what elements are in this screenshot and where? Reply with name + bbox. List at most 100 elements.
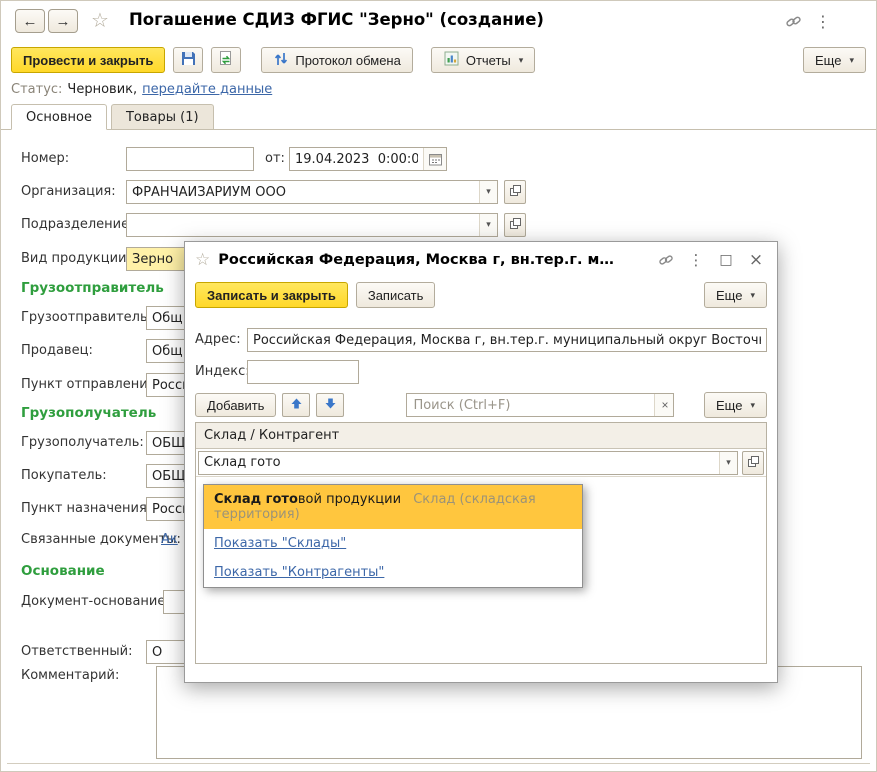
- address-label: Адрес:: [195, 332, 241, 347]
- document-exchange-icon: [217, 50, 235, 71]
- modal-command-bar: Записать и закрыть Записать Еще ▾: [195, 282, 767, 308]
- modal-title: Российская Федерация, Москва г, вн.тер.г…: [218, 252, 614, 268]
- warehouse-open-button[interactable]: [742, 450, 764, 475]
- organization-row: Организация: ▾: [1, 180, 876, 204]
- date-combo: [289, 147, 447, 171]
- link-icon[interactable]: [655, 249, 677, 271]
- arrow-down-icon: [324, 397, 337, 413]
- departure-label: Пункт отправления:: [21, 377, 160, 392]
- page-title: Погашение СДИЗ ФГИС "Зерно" (создание): [129, 10, 544, 29]
- address-input[interactable]: [247, 328, 767, 352]
- arrow-up-icon: [290, 397, 303, 413]
- modal-more-button[interactable]: Еще ▾: [704, 282, 767, 308]
- status-line: Статус: Черновик, передайте данные: [11, 82, 272, 97]
- save-button[interactable]: [173, 47, 204, 73]
- favorite-star-icon[interactable]: ☆: [195, 250, 210, 270]
- chevron-down-icon[interactable]: ▾: [719, 451, 737, 474]
- maximize-icon[interactable]: □: [715, 249, 737, 271]
- index-label: Индекс:: [195, 364, 250, 379]
- tab-goods[interactable]: Товары (1): [110, 104, 214, 129]
- consignee-group-title: Грузополучатель: [21, 405, 157, 421]
- main-window: ← → ☆ Погашение СДИЗ ФГИС "Зерно" (созда…: [0, 0, 877, 772]
- responsible-label: Ответственный:: [21, 644, 133, 659]
- show-contractors-link: Показать "Контрагенты": [214, 565, 385, 580]
- kebab-menu-icon[interactable]: ⋮: [685, 249, 707, 271]
- more-label: Еще: [716, 397, 743, 413]
- index-input[interactable]: [247, 360, 359, 384]
- table-header-label: Склад / Контрагент: [204, 428, 340, 443]
- comment-label: Комментарий:: [21, 668, 120, 683]
- tab-main[interactable]: Основное: [11, 104, 107, 130]
- forward-icon: →: [55, 12, 71, 30]
- reports-label: Отчеты: [465, 52, 511, 68]
- calendar-icon[interactable]: [423, 148, 446, 170]
- link-icon[interactable]: [782, 10, 804, 32]
- send-data-link[interactable]: передайте данные: [142, 82, 272, 97]
- show-warehouses-item[interactable]: Показать "Склады": [204, 529, 582, 558]
- organization-combo: ▾: [126, 180, 498, 204]
- reports-button[interactable]: Отчеты ▾: [430, 47, 536, 73]
- add-button[interactable]: Добавить: [195, 393, 277, 417]
- department-combo: ▾: [126, 213, 498, 237]
- number-row: Номер: от:: [1, 147, 876, 171]
- list-more-button[interactable]: Еще ▾: [704, 392, 767, 418]
- forward-button[interactable]: →: [48, 9, 78, 33]
- status-value: Черновик,: [67, 82, 138, 97]
- kebab-menu-icon[interactable]: ⋮: [812, 10, 834, 32]
- quick-choice-popup: Склад готовой продукции Склад (складская…: [203, 484, 583, 588]
- consignee-label: Грузополучатель:: [21, 435, 144, 450]
- buyer-label: Покупатель:: [21, 468, 107, 483]
- send-data-button[interactable]: [211, 47, 242, 73]
- related-docs-link[interactable]: Ак: [161, 532, 178, 547]
- modal-index-row: Индекс:: [195, 360, 767, 384]
- product-kind-label: Вид продукции:: [21, 251, 131, 266]
- suggestion-rest: вой продукции: [297, 492, 402, 507]
- save-and-close-label: Записать и закрыть: [207, 287, 336, 303]
- destination-label: Пункт назначения:: [21, 501, 152, 516]
- bottom-divider: [7, 763, 870, 764]
- number-label: Номер:: [21, 151, 70, 166]
- suggestion-match: Склад гото: [214, 492, 298, 507]
- favorite-star-icon[interactable]: ☆: [91, 8, 109, 32]
- department-input[interactable]: [127, 214, 479, 236]
- back-button[interactable]: ←: [15, 9, 45, 33]
- suggestion-item[interactable]: Склад готовой продукции Склад (складская…: [204, 485, 582, 529]
- number-input[interactable]: [126, 147, 254, 171]
- save-button[interactable]: Записать: [355, 282, 436, 308]
- table-edit-row[interactable]: ▾: [196, 449, 766, 477]
- chevron-down-icon: ▾: [750, 289, 755, 300]
- address-modal: ☆ Российская Федерация, Москва г, вн.тер…: [184, 241, 778, 683]
- more-label: Еще: [716, 287, 743, 303]
- chevron-down-icon[interactable]: ▾: [479, 214, 497, 236]
- chevron-down-icon[interactable]: ▾: [479, 181, 497, 203]
- show-warehouses-link: Показать "Склады": [214, 536, 347, 551]
- table-header: Склад / Контрагент: [196, 423, 766, 449]
- tab-main-label: Основное: [26, 109, 92, 125]
- search-input[interactable]: [407, 394, 655, 416]
- command-bar: Провести и закрыть Протокол обмена Отчет…: [11, 47, 866, 73]
- move-down-button[interactable]: [316, 393, 345, 417]
- more-button[interactable]: Еще ▾: [803, 47, 866, 73]
- protocol-button[interactable]: Протокол обмена: [261, 47, 413, 73]
- clear-search-icon[interactable]: ×: [654, 394, 674, 416]
- shipper-group-title: Грузоотправитель: [21, 280, 164, 296]
- report-icon: [443, 50, 460, 70]
- more-label: Еще: [815, 52, 842, 68]
- date-input[interactable]: [290, 148, 423, 170]
- department-open-button[interactable]: [504, 213, 526, 237]
- warehouse-input[interactable]: [199, 451, 719, 474]
- post-and-close-button[interactable]: Провести и закрыть: [11, 47, 166, 73]
- organization-input[interactable]: [127, 181, 479, 203]
- chevron-down-icon: ▾: [750, 399, 755, 410]
- open-icon: [509, 217, 522, 233]
- open-icon: [747, 455, 760, 471]
- chevron-down-icon: ▾: [518, 54, 524, 65]
- date-label: от:: [265, 151, 285, 166]
- organization-open-button[interactable]: [504, 180, 526, 204]
- save-and-close-button[interactable]: Записать и закрыть: [195, 282, 348, 308]
- show-contractors-item[interactable]: Показать "Контрагенты": [204, 558, 582, 587]
- modal-list-toolbar: Добавить × Еще ▾: [195, 392, 767, 418]
- close-icon[interactable]: ×: [745, 249, 767, 271]
- organization-label: Организация:: [21, 184, 116, 199]
- move-up-button[interactable]: [282, 393, 311, 417]
